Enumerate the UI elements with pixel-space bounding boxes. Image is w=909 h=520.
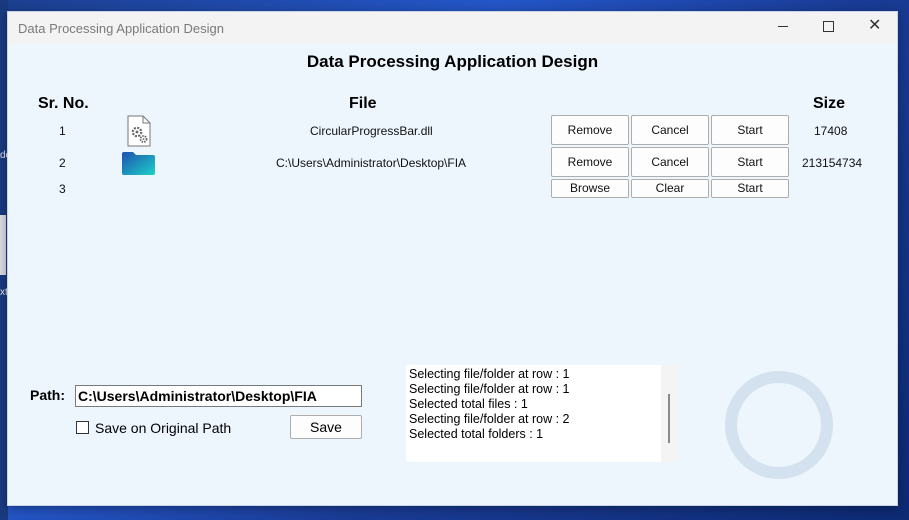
column-header-sr-no: Sr. No. [38, 95, 89, 112]
row-1-sr-no: 1 [59, 124, 66, 138]
title-bar[interactable]: Data Processing Application Design ✕ [8, 12, 897, 44]
maximize-button[interactable] [806, 12, 852, 42]
log-line: Selecting file/folder at row : 1 [409, 382, 570, 396]
row-2-size: 213154734 [802, 156, 863, 170]
desktop-icon [0, 215, 6, 275]
maximize-icon [823, 21, 834, 32]
window-title: Data Processing Application Design [18, 21, 224, 36]
row-1-cancel-button[interactable]: Cancel [631, 115, 709, 145]
minimize-icon [778, 26, 788, 27]
path-input[interactable]: C:\Users\Administrator\Desktop\FIA [75, 385, 362, 407]
log-line: Selected total files : 1 [409, 397, 528, 411]
circular-progress-bar [725, 371, 833, 479]
row-2-file-path: C:\Users\Administrator\Desktop\FIA [276, 156, 467, 170]
app-window: Data Processing Application Design ✕ Dat… [7, 11, 898, 506]
log-listbox[interactable]: Selecting file/folder at row : 1 Selecti… [406, 365, 678, 462]
log-scrollbar[interactable] [661, 365, 678, 462]
log-line: Selected total folders : 1 [409, 427, 544, 441]
minimize-button[interactable] [760, 12, 806, 42]
page-title: Data Processing Application Design [306, 52, 599, 71]
log-line: Selecting file/folder at row : 2 [409, 412, 570, 426]
save-on-original-path-checkbox[interactable] [76, 421, 89, 434]
row-3-sr-no: 3 [59, 182, 66, 196]
row-1-start-button[interactable]: Start [711, 115, 789, 145]
row-2-start-button[interactable]: Start [711, 147, 789, 177]
close-button[interactable]: ✕ [852, 12, 898, 42]
row-1-size: 17408 [814, 124, 848, 138]
main-panel: Data Processing Application Design Sr. N… [8, 44, 897, 505]
progress-track [725, 371, 833, 479]
save-on-original-path-label[interactable]: Save on Original Path [95, 420, 231, 436]
row-2-remove-button[interactable]: Remove [551, 147, 629, 177]
row-1-file-name: CircularProgressBar.dll [310, 124, 433, 138]
scrollbar-thumb[interactable] [668, 394, 670, 443]
path-label: Path: [30, 387, 65, 403]
row-2-sr-no: 2 [59, 156, 66, 170]
log-line: Selecting file/folder at row : 1 [409, 367, 570, 381]
column-header-file: File [349, 95, 377, 112]
row-3-clear-button[interactable]: Clear [631, 179, 709, 198]
folder-icon [122, 152, 155, 175]
settings-file-icon [127, 115, 151, 147]
close-icon: ✕ [868, 17, 882, 34]
save-button[interactable]: Save [290, 415, 362, 439]
row-3-browse-button[interactable]: Browse [551, 179, 629, 198]
row-1-remove-button[interactable]: Remove [551, 115, 629, 145]
row-3-start-button[interactable]: Start [711, 179, 789, 198]
column-header-size: Size [813, 95, 846, 112]
row-2-cancel-button[interactable]: Cancel [631, 147, 709, 177]
